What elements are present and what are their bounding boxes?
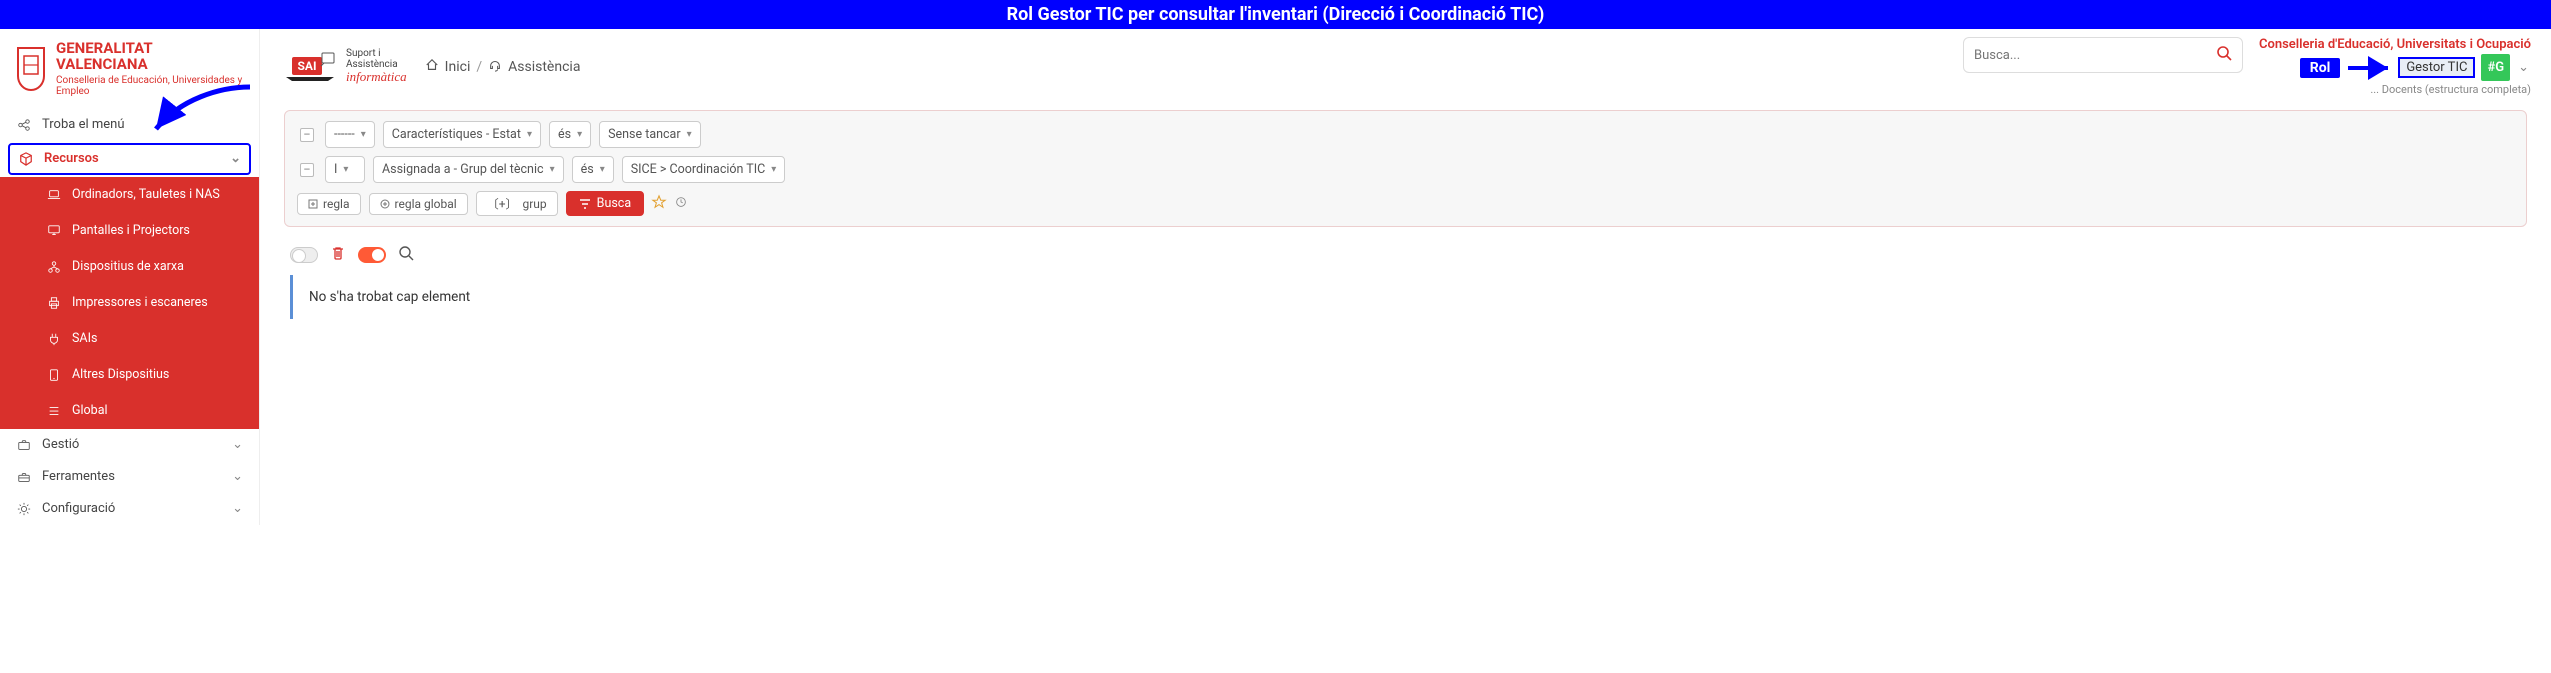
- sidebar-submenu-recursos: Ordinadors, Tauletes i NAS Pantalles i P…: [0, 177, 259, 429]
- search-small-icon[interactable]: [398, 245, 414, 265]
- sidebar-pantalles-label: Pantalles i Projectors: [72, 223, 190, 238]
- org-structure: ... Docents (estructura completa): [2259, 83, 2531, 96]
- list-icon: [46, 403, 62, 419]
- breadcrumb: Inici / Assistència: [425, 58, 581, 76]
- star-icon[interactable]: [652, 195, 666, 213]
- sidebar-item-ferramentes[interactable]: Ferramentes ⌄: [0, 461, 259, 493]
- filter-value-1[interactable]: Sense tancar▾: [599, 121, 701, 148]
- sidebar-item-pantalles[interactable]: Pantalles i Projectors: [0, 213, 259, 249]
- sidebar-item-ordinadors[interactable]: Ordinadors, Tauletes i NAS: [0, 177, 259, 213]
- sai-logo-icon: SAI: [280, 47, 340, 87]
- results-empty-message: No s'ha trobat cap element: [290, 275, 2521, 319]
- sidebar-item-altres[interactable]: Altres Dispositius: [0, 357, 259, 393]
- sidebar-item-recursos[interactable]: Recursos ⌄: [8, 143, 251, 175]
- filter-logic-2[interactable]: I▾: [325, 156, 365, 183]
- tablet-icon: [46, 367, 62, 383]
- search-box[interactable]: [1963, 37, 2243, 73]
- role-selector[interactable]: Gestor TIC: [2398, 57, 2475, 78]
- filter-op-1[interactable]: és▾: [549, 121, 591, 148]
- chevron-down-icon: ⌄: [232, 469, 243, 484]
- printer-icon: [46, 295, 62, 311]
- org-block: Conselleria d'Educació, Universitats i O…: [2259, 37, 2531, 96]
- svg-text:SAI: SAI: [298, 59, 317, 73]
- filter-panel: – ------▾ Característiques - Estat▾ és▾ …: [284, 110, 2527, 227]
- laptop-icon: [46, 187, 62, 203]
- sidebar-item-gestio[interactable]: Gestió ⌄: [0, 429, 259, 461]
- org-name: Conselleria d'Educació, Universitats i O…: [2259, 37, 2531, 52]
- main-content: SAI Suport i Assistència informàtica Ini…: [260, 29, 2551, 525]
- sidebar-item-configuracio[interactable]: Configuració ⌄: [0, 493, 259, 525]
- annotation-banner: Rol Gestor TIC per consultar l'inventari…: [0, 0, 2551, 29]
- filter-check-2[interactable]: –: [300, 163, 314, 177]
- sidebar: GENERALITAT VALENCIANA Conselleria de Ed…: [0, 29, 260, 525]
- user-badge[interactable]: #G: [2481, 54, 2510, 81]
- filter-row-2: – I▾ Assignada a - Grup del tècnic▾ és▾ …: [297, 156, 2514, 183]
- settings-icon[interactable]: [674, 195, 688, 213]
- search-input[interactable]: [1974, 48, 2216, 63]
- annotation-rol-badge: Rol: [2300, 58, 2341, 78]
- sidebar-altres-label: Altres Dispositius: [72, 367, 169, 382]
- sai-l3: informàtica: [346, 70, 407, 84]
- chevron-down-icon: ⌄: [230, 151, 241, 166]
- gv-shield-icon: [14, 46, 48, 92]
- filter-icon: [579, 198, 591, 210]
- breadcrumb-current: Assistència: [508, 59, 580, 75]
- filter-actions: regla regla global 〔+〕 grup Busca: [297, 191, 2514, 216]
- gear-icon: [16, 501, 32, 517]
- plug-icon: [46, 331, 62, 347]
- chevron-down-icon: ⌄: [232, 501, 243, 516]
- sidebar-ferramentes-label: Ferramentes: [42, 469, 115, 484]
- cube-icon: [18, 151, 34, 167]
- filter-check-1[interactable]: –: [300, 128, 314, 142]
- topbar: SAI Suport i Assistència informàtica Ini…: [260, 29, 2551, 100]
- briefcase-icon: [16, 437, 32, 453]
- sidebar-configuracio-label: Configuració: [42, 501, 115, 516]
- search-icon[interactable]: [2216, 45, 2232, 65]
- gv-title-2: VALENCIANA: [56, 57, 245, 73]
- sidebar-impressores-label: Impressores i escaneres: [72, 295, 208, 310]
- sidebar-item-global[interactable]: Global: [0, 393, 259, 429]
- sidebar-gestio-label: Gestió: [42, 437, 79, 452]
- results-toolbar: [290, 245, 2521, 265]
- sidebar-sais-label: SAIs: [72, 331, 97, 346]
- sidebar-ordinadors-label: Ordinadors, Tauletes i NAS: [72, 187, 220, 202]
- trash-icon[interactable]: [330, 245, 346, 265]
- toggle-map[interactable]: [290, 247, 318, 263]
- headset-icon: [488, 58, 502, 76]
- filter-op-2[interactable]: és▾: [572, 156, 614, 183]
- home-icon[interactable]: [425, 58, 439, 76]
- sidebar-global-label: Global: [72, 403, 108, 418]
- search-button[interactable]: Busca: [566, 191, 644, 216]
- rule-icon: [308, 199, 318, 209]
- sidebar-item-xarxa[interactable]: Dispositius de xarxa: [0, 249, 259, 285]
- add-group-button[interactable]: 〔+〕 grup: [476, 191, 558, 216]
- sidebar-item-impressores[interactable]: Impressores i escaneres: [0, 285, 259, 321]
- sidebar-xarxa-label: Dispositius de xarxa: [72, 259, 184, 274]
- group-icon: 〔+〕: [487, 195, 518, 212]
- sidebar-recursos-label: Recursos: [44, 151, 99, 166]
- filter-field-1[interactable]: Característiques - Estat▾: [383, 121, 541, 148]
- filter-row-1: – ------▾ Característiques - Estat▾ és▾ …: [297, 121, 2514, 148]
- chevron-down-icon: ⌄: [232, 437, 243, 452]
- sai-logo[interactable]: SAI Suport i Assistència informàtica: [280, 47, 407, 87]
- annotation-arrow-rol: [2346, 60, 2392, 76]
- filter-field-2[interactable]: Assignada a - Grup del tècnic▾: [373, 156, 564, 183]
- sidebar-item-sais[interactable]: SAIs: [0, 321, 259, 357]
- filter-logic-1[interactable]: ------▾: [325, 121, 375, 148]
- monitor-icon: [46, 223, 62, 239]
- network-icon: [46, 259, 62, 275]
- toggle-active[interactable]: [358, 247, 386, 263]
- add-rule-button[interactable]: regla: [297, 193, 361, 215]
- breadcrumb-home[interactable]: Inici: [445, 59, 471, 75]
- add-global-rule-button[interactable]: regla global: [369, 193, 468, 215]
- breadcrumb-sep: /: [476, 59, 482, 75]
- share-icon: [16, 117, 32, 133]
- global-rule-icon: [380, 199, 390, 209]
- toolbox-icon: [16, 469, 32, 485]
- filter-value-2[interactable]: SICE > Coordinación TIC▾: [622, 156, 786, 183]
- sidebar-find-label: Troba el menú: [42, 117, 125, 132]
- chevron-down-icon[interactable]: ⌄: [2516, 60, 2531, 75]
